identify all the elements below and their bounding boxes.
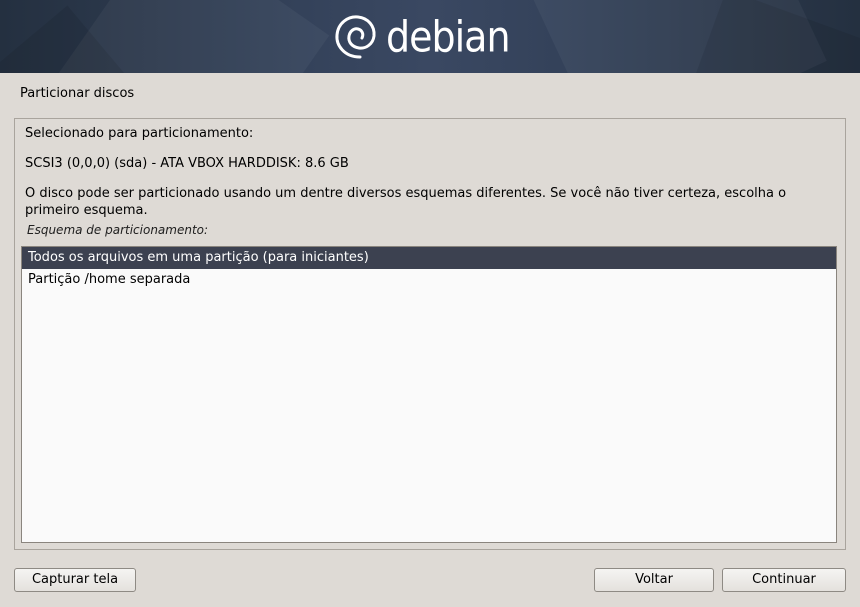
debian-logo-text: debian (386, 12, 511, 62)
description-text: O disco pode ser particionado usando um … (25, 186, 787, 218)
list-label: Esquema de particionamento: (27, 223, 209, 237)
disk-name: SCSI3 (0,0,0) (sda) - ATA VBOX HARDDISK:… (25, 156, 349, 171)
debian-banner: debian (0, 0, 860, 73)
continue-button[interactable]: Continuar (722, 568, 846, 592)
debian-swirl-icon (335, 15, 376, 59)
page-title: Particionar discos (20, 86, 135, 101)
list-item-separate-home[interactable]: Partição /home separada (22, 269, 836, 291)
debian-logo: debian (330, 8, 511, 66)
content-panel: Selecionado para particionamento: SCSI3 … (14, 118, 846, 550)
list-item-all-files[interactable]: Todos os arquivos em uma partição (para … (22, 247, 836, 269)
partition-scheme-list[interactable]: Todos os arquivos em uma partição (para … (21, 246, 837, 543)
back-button[interactable]: Voltar (594, 568, 714, 592)
selected-label: Selecionado para particionamento: (25, 126, 254, 141)
capture-screen-button[interactable]: Capturar tela (14, 568, 136, 592)
